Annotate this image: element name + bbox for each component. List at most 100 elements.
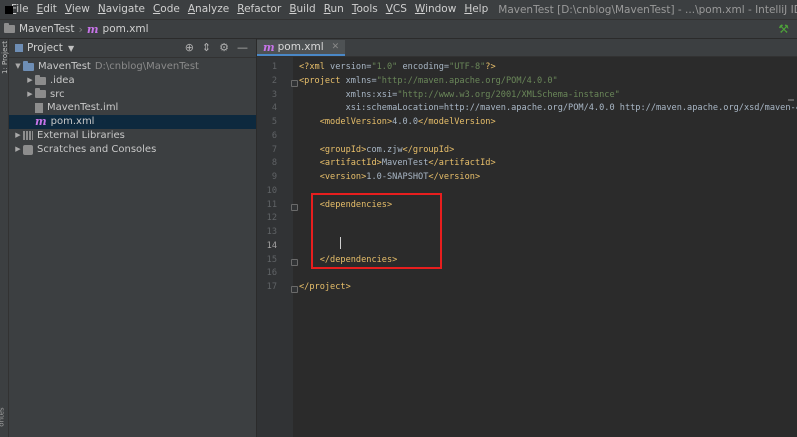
code-text: <modelVersion>4.0.0</modelVersion> [319, 117, 496, 127]
code-line[interactable]: 17 </project> [257, 282, 797, 296]
line-number: 11 [266, 199, 277, 210]
tab-pom-xml[interactable]: m pom.xml ✕ [257, 40, 346, 56]
collapse-all-icon[interactable]: ⇕ [202, 41, 211, 54]
line-number: 3 [271, 89, 277, 100]
tree-item[interactable]: MavenTest.iml [9, 101, 256, 115]
code-text: <?xml version="1.0" encoding="UTF-8"?> [299, 62, 496, 72]
code-text: <artifactId>MavenTest</artifactId> [319, 158, 496, 169]
code-line[interactable]: 1 <?xml version="1.0" encoding="UTF-8"?> [257, 62, 797, 76]
line-number: 4 [271, 103, 277, 114]
project-tool-window-tab[interactable]: 1: Project [1, 41, 9, 74]
project-tree: ▼ MavenTest D:\cnblog\MavenTest ▶ .idea ▶ src M… [9, 58, 256, 157]
maven-file-icon: m [263, 40, 275, 54]
tab-label: pom.xml [277, 41, 324, 53]
line-number: 12 [266, 213, 277, 224]
line-number: 2 [271, 75, 277, 86]
tree-item-path: D:\cnblog\MavenTest [94, 61, 199, 72]
fold-marker-icon[interactable] [291, 258, 298, 266]
collapse-arrow-icon[interactable]: ▶ [25, 74, 35, 88]
code-line[interactable]: 2 <project xmlns="http://maven.apache.org… [257, 76, 797, 90]
line-number: 5 [271, 117, 277, 127]
maven-file-icon: m [86, 22, 99, 36]
line-number: 13 [266, 227, 277, 237]
collapse-arrow-icon[interactable]: ▶ [13, 143, 23, 157]
menu-tools[interactable]: Tools [348, 0, 382, 19]
maven-file-icon: m [35, 115, 47, 129]
project-panel-title: Project [27, 42, 63, 54]
code-text: xmlns:xsi="http://www.w3.org/2001/XMLSch… [299, 89, 620, 100]
code-text: </project> [299, 282, 351, 292]
collapse-arrow-icon[interactable]: ▶ [13, 129, 23, 143]
build-hammer-icon[interactable]: ⚒ [778, 22, 789, 36]
annotation-highlight-box [311, 193, 442, 269]
fold-marker-icon[interactable] [291, 79, 298, 87]
line-number: 9 [271, 172, 277, 182]
tree-item[interactable]: ▶ External Libraries [9, 129, 256, 143]
breadcrumb-project[interactable]: MavenTest [0, 23, 75, 35]
menu-edit[interactable]: Edit [33, 0, 61, 19]
library-icon [23, 131, 33, 141]
left-tool-strip: 1: Project ontes [0, 39, 9, 437]
scrollbar-marker [788, 99, 794, 101]
project-panel: Project ▼ ⊕ ⇕ ⚙ — ▼ MavenTest D:\cnblog\Ma… [9, 39, 257, 437]
code-line[interactable]: 6 [257, 131, 797, 145]
gear-icon[interactable]: ⚙ [219, 41, 229, 54]
fold-marker-icon[interactable] [291, 286, 298, 293]
tree-item-label: Scratches and Consoles [37, 143, 157, 155]
line-number: 10 [266, 185, 277, 196]
code-line[interactable]: 5 <modelVersion>4.0.0</modelVersion> [257, 117, 797, 131]
folder-icon [4, 23, 15, 33]
tree-item[interactable]: ▼ MavenTest D:\cnblog\MavenTest [9, 60, 256, 74]
code-text: <version>1.0-SNAPSHOT</version> [319, 172, 481, 182]
menu-refactor[interactable]: Refactor [233, 0, 285, 19]
fold-marker-icon[interactable] [291, 203, 298, 211]
code-line[interactable]: 4 xsi:schemaLocation=http://maven.apache… [257, 103, 797, 117]
expand-arrow-icon[interactable]: ▼ [13, 60, 23, 74]
tree-item-label: MavenTest [38, 61, 91, 72]
menu-analyze[interactable]: Analyze [184, 0, 233, 19]
chevron-right-icon: › [78, 22, 83, 36]
tree-item[interactable]: ▶ src [9, 88, 256, 102]
locate-icon[interactable]: ⊕ [185, 41, 194, 54]
tree-item-label: src [50, 88, 65, 100]
favorites-tool-window-tab[interactable]: ontes [0, 407, 6, 426]
breadcrumb-file[interactable]: m pom.xml [87, 23, 149, 36]
line-number: 14 [266, 240, 277, 251]
code-text: xsi:schemaLocation=http://maven.apache.o… [299, 103, 797, 114]
line-number: 17 [266, 282, 277, 292]
tree-item-label: .idea [50, 74, 75, 86]
menu-view[interactable]: View [61, 0, 94, 19]
code-line[interactable]: 8 <artifactId>MavenTest</artifactId> [257, 158, 797, 172]
tree-item[interactable]: ▶ Scratches and Consoles [9, 143, 256, 157]
tree-item-label: pom.xml [50, 116, 95, 128]
menu-build[interactable]: Build [285, 0, 319, 19]
tree-item[interactable]: m pom.xml [9, 115, 256, 129]
hide-icon[interactable]: — [237, 41, 248, 54]
editor-tabs: m pom.xml ✕ [257, 39, 797, 57]
line-number: 8 [271, 158, 277, 169]
close-icon[interactable]: ✕ [332, 42, 340, 52]
line-number: 15 [266, 254, 277, 265]
menu-code[interactable]: Code [149, 0, 184, 19]
menu-vcs[interactable]: VCS [382, 0, 411, 19]
code-text: <groupId>com.zjw</groupId> [319, 144, 455, 155]
menu-run[interactable]: Run [320, 0, 348, 19]
code-line[interactable]: 9 <version>1.0-SNAPSHOT</version> [257, 172, 797, 186]
menu-help[interactable]: Help [460, 0, 492, 19]
collapse-arrow-icon[interactable]: ▶ [25, 88, 35, 102]
window-title: MavenTest [D:\cnblog\MavenTest] - ...\po… [498, 3, 797, 16]
menu-navigate[interactable]: Navigate [94, 0, 149, 19]
breadcrumb-project-label: MavenTest [19, 23, 75, 35]
breadcrumb-file-label: pom.xml [102, 23, 149, 35]
chevron-down-icon: ▼ [67, 43, 75, 53]
code-line[interactable]: 3 xmlns:xsi="http://www.w3.org/2001/XMLS… [257, 90, 797, 104]
code-line[interactable]: 7 <groupId>com.zjw</groupId> [257, 145, 797, 159]
code-line[interactable]: 16 [257, 268, 797, 282]
line-number: 6 [271, 130, 277, 141]
folder-icon [35, 74, 46, 85]
menu-window[interactable]: Window [411, 0, 460, 19]
tree-item[interactable]: ▶ .idea [9, 74, 256, 88]
project-panel-toolbar: ⊕ ⇕ ⚙ — [185, 41, 248, 54]
project-view-selector[interactable]: Project ▼ [15, 42, 74, 54]
file-icon [35, 103, 43, 114]
